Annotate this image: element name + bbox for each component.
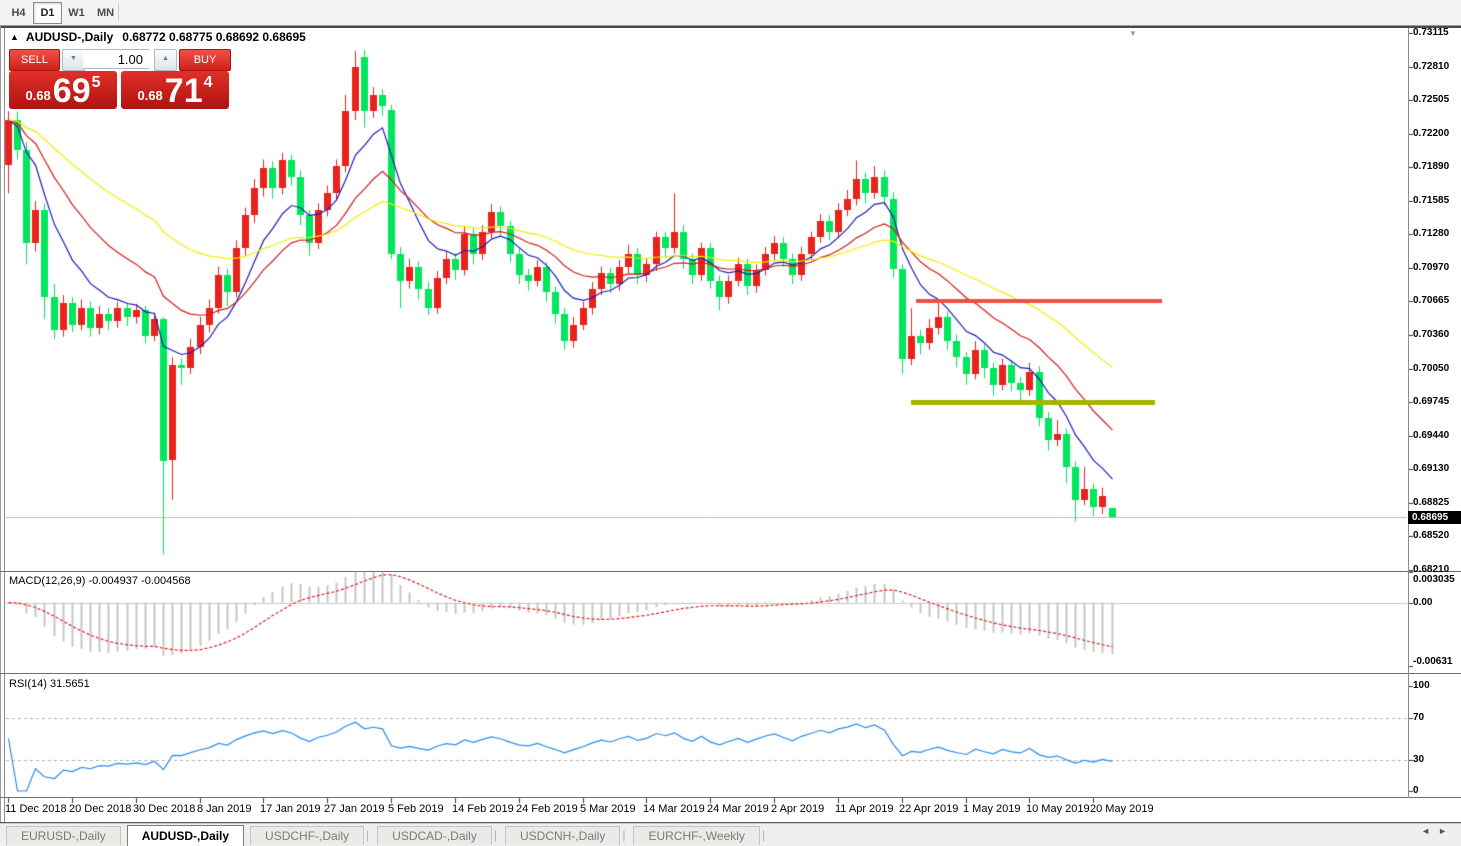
- price-axis-divider: [1408, 28, 1409, 798]
- timeframe-toolbar: H4 D1 W1 MN: [0, 0, 1461, 26]
- price-axis-label: 0.68825: [1413, 496, 1450, 508]
- pane-splitter-main-macd[interactable]: [0, 571, 1461, 572]
- tab-eurchf-weekly[interactable]: EURCHF-,Weekly: [633, 825, 760, 845]
- date-axis-label: 11 Dec 2018: [5, 803, 67, 815]
- date-axis-label: 5 Feb 2019: [388, 803, 444, 815]
- timeframe-button-w1[interactable]: W1: [62, 2, 91, 24]
- price-axis-label: 0.72200: [1413, 127, 1450, 139]
- price-axis-label: 0.69130: [1413, 463, 1450, 475]
- macd-indicator-label: MACD(12,26,9) -0.004937 -0.004568: [9, 575, 191, 587]
- pane-splitter-rsi-dates: [0, 797, 1461, 798]
- chart-tab-bar: EURUSD-,Daily AUDUSD-,Daily USDCHF-,Dail…: [0, 823, 1461, 846]
- date-axis-label: 14 Feb 2019: [452, 803, 514, 815]
- volume-spin-up-icon[interactable]: ▲: [154, 49, 177, 71]
- date-axis-label: 20 May 2019: [1090, 803, 1154, 815]
- one-click-trading-widget: SELL ▼ ▲ BUY 0.68 69 5 0.68 71 4: [9, 49, 231, 109]
- sell-price-bigfigure: 0.68: [25, 88, 51, 103]
- macd-axis-label: 0.00: [1413, 596, 1433, 608]
- tab-usdcad-daily[interactable]: USDCAD-,Daily: [377, 825, 492, 845]
- price-axis-label: 0.71585: [1413, 194, 1450, 206]
- macd-axis-label: 0.003035: [1413, 574, 1455, 585]
- price-axis-label: 0.70050: [1413, 362, 1450, 374]
- sell-price-point: 5: [91, 74, 101, 91]
- price-axis-label: 0.71280: [1413, 228, 1450, 240]
- chart-ohlc-title: ▲ AUDUSD-,Daily 0.68772 0.68775 0.68692 0.…: [10, 30, 306, 44]
- tab-scroll-right-icon[interactable]: ►: [1438, 826, 1455, 836]
- volume-input[interactable]: [83, 49, 149, 69]
- date-axis-label: 30 Dec 2018: [133, 803, 196, 815]
- chart-window-left-border: [0, 26, 1, 822]
- sell-price-panel[interactable]: 0.68 69 5: [9, 71, 117, 109]
- tab-usdcnh-daily[interactable]: USDCNH-,Daily: [504, 825, 621, 845]
- date-axis-label: 22 Apr 2019: [899, 803, 959, 815]
- chart-canvas[interactable]: [0, 0, 1461, 845]
- date-axis-label: 11 Apr 2019: [835, 803, 894, 815]
- tab-separator: |: [761, 828, 766, 842]
- toolbar-separator: [118, 3, 119, 21]
- price-axis-label: 0.70665: [1413, 295, 1450, 307]
- chart-window-top-border: [0, 26, 1461, 28]
- rsi-axis-label: 70: [1413, 711, 1425, 723]
- rsi-axis-label: 30: [1413, 753, 1425, 765]
- timeframe-button-h4[interactable]: H4: [4, 2, 33, 24]
- ohlc-values: 0.68772 0.68775 0.68692 0.68695: [122, 30, 306, 44]
- price-axis-label: 0.69440: [1413, 429, 1450, 441]
- macd-axis-label: -0.00631: [1413, 656, 1453, 667]
- autoscroll-marker-icon[interactable]: ▼: [1129, 29, 1137, 38]
- date-axis-label: 1 May 2019: [963, 803, 1021, 815]
- price-axis-label: 0.70360: [1413, 328, 1450, 340]
- volume-spin-down-icon[interactable]: ▼: [62, 49, 85, 71]
- tab-separator: |: [622, 828, 626, 842]
- timeframe-button-d1[interactable]: D1: [33, 2, 62, 24]
- one-click-trading-toggle-icon[interactable]: ▲: [10, 32, 19, 42]
- date-axis-label: 8 Jan 2019: [197, 803, 252, 815]
- buy-price-panel[interactable]: 0.68 71 4: [121, 71, 229, 109]
- sell-price-pips: 69: [52, 72, 91, 110]
- tab-separator: |: [366, 828, 370, 842]
- tab-audusd-daily[interactable]: AUDUSD-,Daily: [126, 824, 245, 846]
- rsi-indicator-label: RSI(14) 31.5651: [9, 678, 90, 690]
- tab-eurusd-daily[interactable]: EURUSD-,Daily: [6, 825, 121, 845]
- date-axis-label: 24 Mar 2019: [707, 803, 769, 815]
- sell-button[interactable]: SELL: [9, 49, 60, 71]
- date-axis-label: 20 Dec 2018: [69, 803, 132, 815]
- date-axis-label: 24 Feb 2019: [516, 803, 578, 815]
- price-axis-label: 0.69745: [1413, 396, 1450, 408]
- price-axis-label: 0.72810: [1413, 60, 1450, 72]
- rsi-axis-label: 0: [1413, 785, 1419, 796]
- date-axis-label: 14 Mar 2019: [643, 803, 705, 815]
- tab-usdchf-daily[interactable]: USDCHF-,Daily: [250, 825, 365, 845]
- price-axis-label: 0.73115: [1413, 27, 1449, 38]
- tab-scroll-left-icon[interactable]: ◄: [1421, 826, 1438, 836]
- price-axis-label: 0.72505: [1413, 94, 1450, 106]
- buy-price-point: 4: [203, 74, 213, 91]
- chart-symbol-title: AUDUSD-,Daily: [25, 30, 114, 44]
- price-axis-label: 0.68520: [1413, 530, 1450, 542]
- date-axis-label: 17 Jan 2019: [260, 803, 321, 815]
- price-axis-label: 0.71890: [1413, 161, 1450, 173]
- tab-scrollers: ◄►: [1421, 826, 1455, 836]
- chart-pane-left-border: [4, 28, 5, 822]
- date-axis-label: 10 May 2019: [1026, 803, 1090, 815]
- timeframe-button-mn[interactable]: MN: [91, 2, 120, 24]
- rsi-axis-label: 100: [1413, 680, 1430, 691]
- buy-button[interactable]: BUY: [179, 49, 231, 71]
- buy-price-bigfigure: 0.68: [137, 88, 163, 103]
- date-axis-label: 2 Apr 2019: [771, 803, 825, 815]
- date-axis-label: 5 Mar 2019: [580, 803, 636, 815]
- buy-price-pips: 71: [164, 72, 203, 110]
- price-axis-label: 0.70970: [1413, 261, 1450, 273]
- pane-splitter-macd-rsi[interactable]: [0, 673, 1461, 674]
- tab-separator: |: [493, 828, 497, 842]
- current-price-tag: 0.68695: [1408, 510, 1461, 524]
- date-axis-label: 27 Jan 2019: [324, 803, 385, 815]
